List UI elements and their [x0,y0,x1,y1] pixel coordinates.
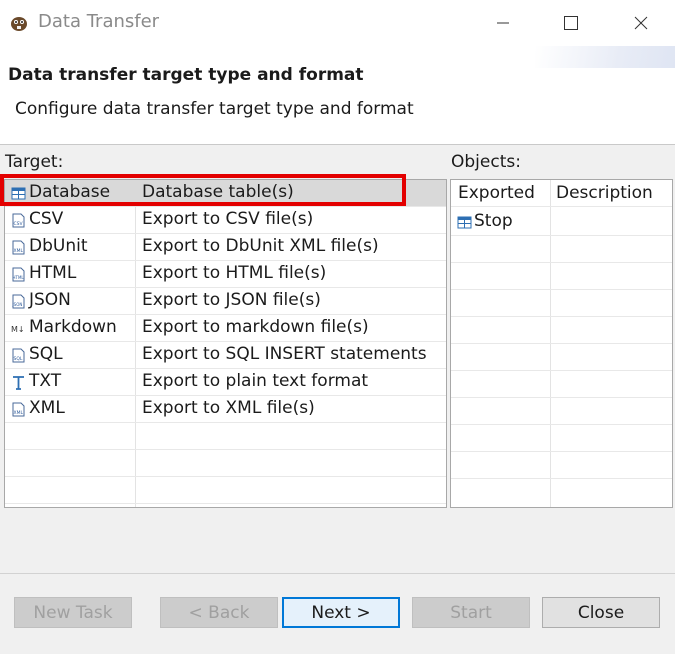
object-name: Stop [474,211,513,231]
window-title: Data Transfer [38,11,160,32]
empty-row [451,371,672,398]
empty-row [451,317,672,344]
empty-row [5,477,446,504]
markdown-icon: M↓ [11,325,25,334]
xml-file-icon: XML [12,240,25,255]
empty-row [451,452,672,479]
svg-text:XML: XML [14,248,24,254]
target-row-csv[interactable]: CSV CSV Export to CSV file(s) [5,207,446,234]
target-table[interactable]: Database Database table(s) CSV CSV Expor… [4,179,447,508]
close-button[interactable]: Close [542,597,660,628]
target-row-dbunit[interactable]: XML DbUnit Export to DbUnit XML file(s) [5,234,446,261]
minimize-icon [497,22,509,24]
target-description: Export to markdown file(s) [142,317,369,337]
target-row-txt[interactable]: TXT Export to plain text format [5,369,446,396]
objects-header-row: Exported Description [451,180,672,207]
close-window-button[interactable] [618,6,664,40]
title-bar: Data Transfer [0,0,675,46]
target-name: JSON [29,290,71,310]
target-name: HTML [29,263,77,283]
column-header-description[interactable]: Description [556,183,653,203]
target-name: CSV [29,209,64,229]
svg-text:M↓: M↓ [11,325,25,334]
dbeaver-app-icon [11,17,27,31]
target-description: Export to plain text format [142,371,369,391]
target-name: TXT [29,371,62,391]
svg-text:JSON: JSON [12,302,23,307]
target-label: Target: [5,152,64,172]
target-row-html[interactable]: HTML HTML Export to HTML file(s) [5,261,446,288]
close-icon [634,16,648,30]
svg-text:HTML: HTML [13,275,25,280]
database-table-icon [11,187,26,200]
target-description: Export to XML file(s) [142,398,315,418]
column-header-exported[interactable]: Exported [458,183,535,203]
sql-file-icon: SQL [12,348,25,363]
target-description: Database table(s) [142,182,294,202]
target-row-json[interactable]: JSON JSON Export to JSON file(s) [5,288,446,315]
svg-text:CSV: CSV [14,221,24,227]
empty-row [451,236,672,263]
target-description: Export to CSV file(s) [142,209,314,229]
page-description: Configure data transfer target type and … [15,99,414,119]
footer-separator [0,573,675,574]
svg-text:XML: XML [14,410,24,416]
empty-row [5,450,446,477]
target-row-database[interactable]: Database Database table(s) [5,180,446,207]
target-name: Markdown [29,317,117,337]
target-description: Export to SQL INSERT statements [142,344,427,364]
json-file-icon: JSON [12,294,25,309]
objects-table[interactable]: Exported Description Stop [450,179,673,508]
new-task-button[interactable]: New Task [14,597,132,628]
target-name: SQL [29,344,63,364]
csv-file-icon: CSV [12,213,25,228]
banner-decoration [535,46,675,68]
maximize-button[interactable] [548,6,594,40]
minimize-button[interactable] [480,6,526,40]
empty-row [451,290,672,317]
target-name: DbUnit [29,236,88,256]
table-icon [457,216,472,229]
maximize-icon [564,16,578,30]
object-row-stop[interactable]: Stop [451,209,672,236]
target-row-markdown[interactable]: M↓ Markdown Export to markdown file(s) [5,315,446,342]
objects-label: Objects: [451,152,521,172]
svg-text:SQL: SQL [14,356,23,362]
back-button[interactable]: < Back [160,597,278,628]
target-name: XML [29,398,65,418]
target-row-xml[interactable]: XML XML Export to XML file(s) [5,396,446,423]
wizard-header: Data transfer target type and format Con… [0,46,675,145]
empty-row [451,263,672,290]
target-name: Database [29,182,111,202]
start-button[interactable]: Start [412,597,530,628]
page-title: Data transfer target type and format [8,65,364,85]
empty-row [451,425,672,452]
empty-row [451,344,672,371]
target-description: Export to DbUnit XML file(s) [142,236,379,256]
next-button[interactable]: Next > [282,597,400,628]
target-description: Export to HTML file(s) [142,263,327,283]
target-description: Export to JSON file(s) [142,290,321,310]
empty-row [5,423,446,450]
empty-row [451,398,672,425]
html-file-icon: HTML [12,267,25,282]
target-row-sql[interactable]: SQL SQL Export to SQL INSERT statements [5,342,446,369]
xml-file-icon: XML [12,402,25,417]
text-icon [13,376,24,390]
